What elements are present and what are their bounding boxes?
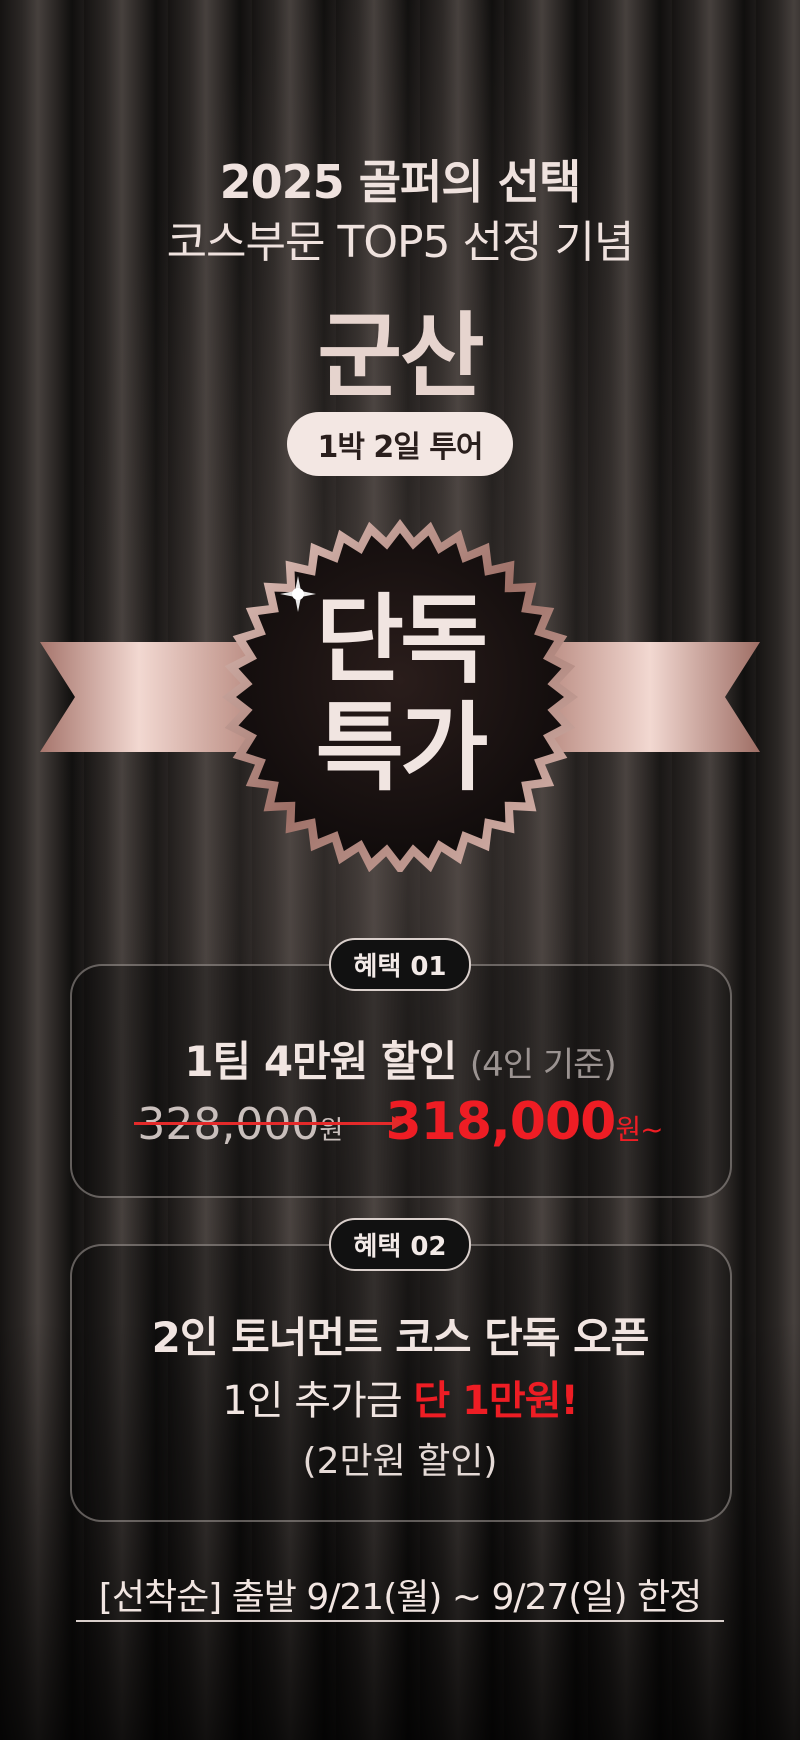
benefit-2-badge: 혜택 02 <box>329 1218 471 1271</box>
benefit-2-surcharge: 1인 추가금 단 1만원! <box>0 1368 800 1426</box>
benefit-1-basis: (4인 기준) <box>469 1045 617 1085</box>
tour-duration-pill: 1박 2일 투어 <box>287 412 513 476</box>
benefit-1-discount: 1팀 4만원 할인 <box>184 1037 457 1086</box>
promo-page: 2025 골퍼의 선택 코스부문 TOP5 선정 기념 군산 1박 2일 투어 <box>0 0 800 1740</box>
benefit-2-badge-wrap: 혜택 02 <box>0 1218 800 1271</box>
benefit-1-badge-wrap: 혜택 01 <box>0 938 800 991</box>
footer-divider <box>76 1620 724 1622</box>
old-price-unit: 원 <box>319 1116 344 1146</box>
surcharge-highlight: 단 1만원! <box>413 1378 578 1424</box>
emblem-text-line2: 특가 <box>315 692 489 804</box>
departure-period-note: [선착순] 출발 9/21(월) ~ 9/27(일) 한정 <box>98 1577 702 1618</box>
price-strike-arrow <box>134 1122 394 1125</box>
new-price-unit: 원~ <box>615 1113 663 1146</box>
new-price: 318,000원~ <box>385 1092 663 1152</box>
tour-pill-wrap: 1박 2일 투어 <box>0 412 800 476</box>
city-title: 군산 <box>317 303 484 410</box>
arrow-right-icon <box>392 1116 404 1130</box>
emblem-text-line1: 단독 <box>315 584 489 696</box>
benefit-2-note: (2만원 할인) <box>302 1441 498 1482</box>
benefit-1-badge: 혜택 01 <box>329 938 471 991</box>
benefit-1-title: 1팀 4만원 할인 (4인 기준) <box>0 1028 800 1089</box>
new-price-value: 318,000 <box>385 1092 616 1152</box>
headline-year: 2025 골퍼의 선택 <box>219 155 582 209</box>
surcharge-label: 1인 추가금 <box>222 1378 402 1424</box>
headline-subtitle: 코스부문 TOP5 선정 기념 <box>166 217 635 268</box>
benefit-2-title: 2인 토너먼트 코스 단독 오픈 <box>151 1313 650 1362</box>
